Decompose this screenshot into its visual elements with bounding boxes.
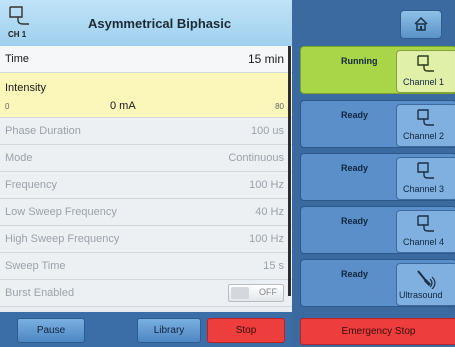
- toggle-state: OFF: [259, 287, 277, 297]
- channel-button-3[interactable]: Channel 3: [396, 157, 455, 200]
- param-label: Mode: [5, 152, 33, 164]
- channel-status: Ready: [341, 110, 369, 120]
- burst-toggle[interactable]: OFF: [228, 284, 284, 302]
- channel-card-1[interactable]: Running Channel 1: [300, 46, 455, 94]
- param-value: Continuous: [228, 152, 284, 164]
- channels-pane: Running Channel 1 Ready Channel 2 Ready: [292, 0, 455, 347]
- scrollbar[interactable]: [288, 46, 291, 296]
- electrode-icon: [417, 215, 434, 232]
- channel-status: Ready: [341, 269, 369, 279]
- param-label: Burst Enabled: [5, 287, 75, 299]
- electrode-icon: [417, 109, 434, 126]
- electrode-icon: [417, 55, 434, 72]
- channel-status: Ready: [341, 216, 369, 226]
- program-header: CH 1 Asymmetrical Biphasic: [0, 0, 292, 47]
- param-label: High Sweep Frequency: [5, 233, 120, 245]
- channel-status: Running: [341, 56, 378, 66]
- param-value: 100 Hz: [249, 179, 284, 191]
- channel-status: Ready: [341, 163, 369, 173]
- param-label: Time: [5, 53, 30, 65]
- param-label: Sweep Time: [5, 260, 66, 272]
- param-row-time[interactable]: Time 15 min: [0, 46, 292, 73]
- channel-button-ultrasound[interactable]: Ultrasound: [396, 263, 455, 306]
- channel-button-2[interactable]: Channel 2: [396, 104, 455, 147]
- intensity-value: 0 mA: [110, 100, 136, 112]
- toggle-knob: [231, 287, 249, 299]
- stop-button[interactable]: Stop: [207, 318, 285, 343]
- pause-button[interactable]: Pause: [17, 318, 85, 343]
- app-window: CH 1 Asymmetrical Biphasic Time 15 min I…: [0, 0, 455, 347]
- library-button[interactable]: Library: [137, 318, 201, 343]
- intensity-min: 0: [5, 102, 10, 111]
- page-title: Asymmetrical Biphasic: [88, 16, 232, 31]
- channel-button-1[interactable]: Channel 1: [396, 50, 455, 93]
- intensity-max: 80: [275, 102, 284, 111]
- channel-name: Channel 2: [403, 131, 445, 141]
- param-value: 15 min: [247, 52, 284, 66]
- home-icon: [414, 16, 428, 31]
- param-value: 15 s: [263, 260, 284, 272]
- channel-label: CH 1: [8, 30, 27, 39]
- channel-card-ultrasound[interactable]: Ready - Ultrasound: [300, 259, 455, 307]
- channel-name: Channel 4: [403, 237, 445, 247]
- action-bar: Pause Library Stop: [0, 312, 292, 347]
- param-label: Low Sweep Frequency: [5, 206, 117, 218]
- param-label: Frequency: [5, 179, 57, 191]
- param-label: Phase Duration: [5, 125, 81, 137]
- param-row-intensity[interactable]: Intensity 0 0 mA 80: [0, 73, 292, 118]
- param-row-mode[interactable]: Mode Continuous: [0, 145, 292, 172]
- parameter-list: Time 15 min Intensity 0 0 mA 80 Phase Du…: [0, 46, 292, 307]
- param-value: 40 Hz: [255, 206, 284, 218]
- home-button[interactable]: [400, 10, 442, 39]
- parameters-pane: CH 1 Asymmetrical Biphasic Time 15 min I…: [0, 0, 292, 347]
- channel-name: Channel 3: [403, 184, 445, 194]
- param-value: 100 Hz: [249, 233, 284, 245]
- channel-card-3[interactable]: Ready Channel 3: [300, 153, 455, 201]
- param-row-high-sweep-frequency[interactable]: High Sweep Frequency 100 Hz: [0, 226, 292, 253]
- channel-card-4[interactable]: Ready Channel 4: [300, 206, 455, 254]
- param-row-low-sweep-frequency[interactable]: Low Sweep Frequency 40 Hz: [0, 199, 292, 226]
- electrode-icon: [417, 162, 434, 179]
- param-row-frequency[interactable]: Frequency 100 Hz: [0, 172, 292, 199]
- param-label: Intensity: [5, 82, 46, 94]
- param-row-burst-enabled: Burst Enabled OFF: [0, 280, 292, 307]
- param-row-sweep-time[interactable]: Sweep Time 15 s: [0, 253, 292, 280]
- channel-card-2[interactable]: Ready Channel 2: [300, 100, 455, 148]
- param-row-phase-duration[interactable]: Phase Duration 100 us: [0, 118, 292, 145]
- ultrasound-icon: [417, 270, 436, 289]
- emergency-stop-button[interactable]: Emergency Stop: [300, 318, 455, 345]
- channel-button-4[interactable]: Channel 4: [396, 210, 455, 253]
- channel-name: Channel 1: [403, 77, 445, 87]
- channel-name: Ultrasound: [399, 290, 443, 300]
- param-value: 100 us: [250, 125, 284, 137]
